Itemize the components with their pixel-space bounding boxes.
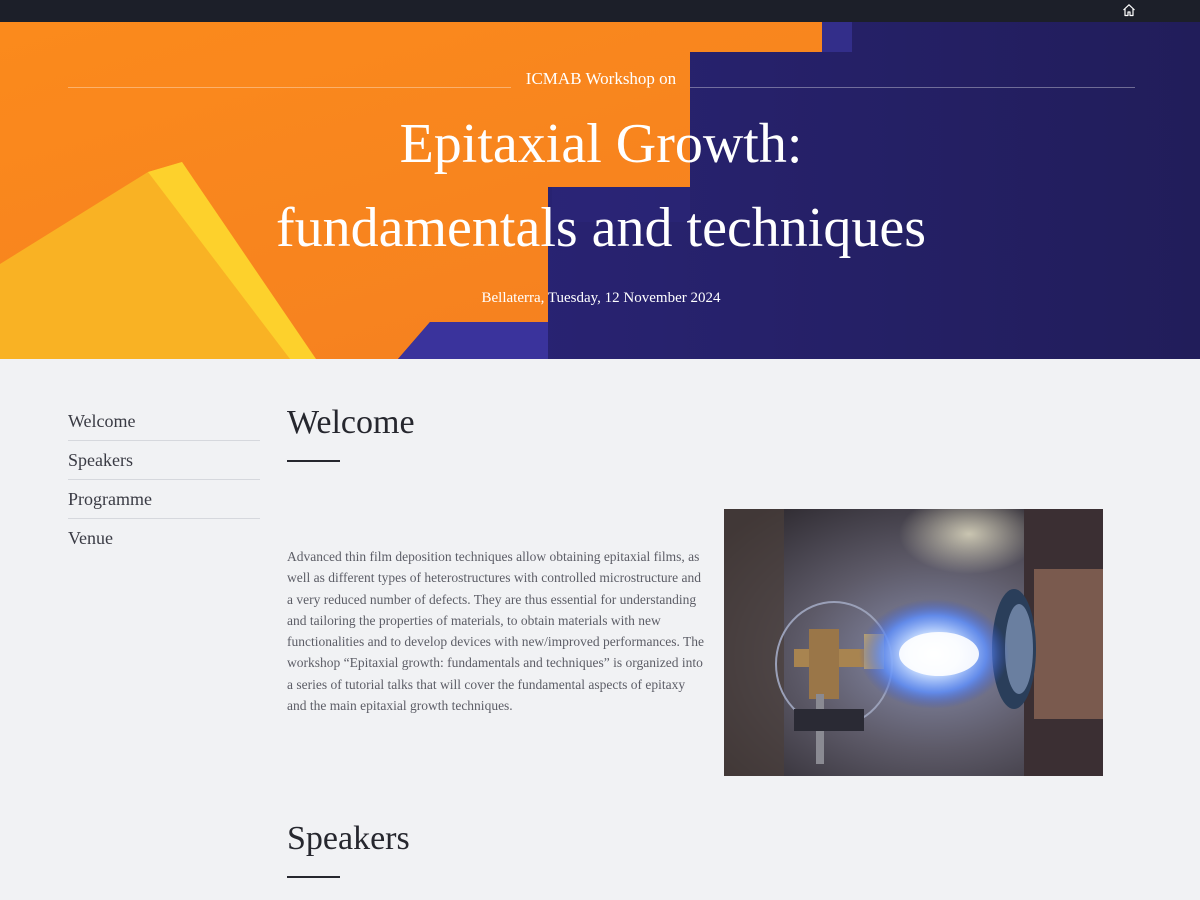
sidebar-item-venue[interactable]: Venue [68, 519, 260, 558]
sidebar-item-speakers[interactable]: Speakers [68, 441, 260, 480]
deposition-plasma-photo [724, 509, 1103, 776]
welcome-underline [287, 460, 340, 462]
sidebar-item-programme[interactable]: Programme [68, 480, 260, 519]
sidebar-item-welcome[interactable]: Welcome [68, 402, 260, 441]
sidebar-nav: Welcome Speakers Programme Venue [68, 402, 260, 558]
home-icon[interactable] [1121, 2, 1137, 18]
speakers-heading: Speakers [287, 820, 410, 857]
hero-kicker: ICMAB Workshop on [525, 69, 677, 88]
welcome-body: Advanced thin film deposition techniques… [287, 549, 704, 714]
hero-title: Epitaxial Growth: fundamentals and techn… [0, 102, 1200, 270]
speakers-underline [287, 876, 340, 878]
hero-banner: ICMAB Workshop on Epitaxial Growth: fund… [0, 22, 1200, 359]
top-bar [0, 0, 1200, 22]
hero-title-line-1: Epitaxial Growth: [399, 113, 803, 175]
welcome-heading: Welcome [287, 404, 415, 441]
hero-date: Bellaterra, Tuesday, 12 November 2024 [481, 290, 721, 306]
hero-title-line-2: fundamentals and techniques [275, 197, 926, 259]
